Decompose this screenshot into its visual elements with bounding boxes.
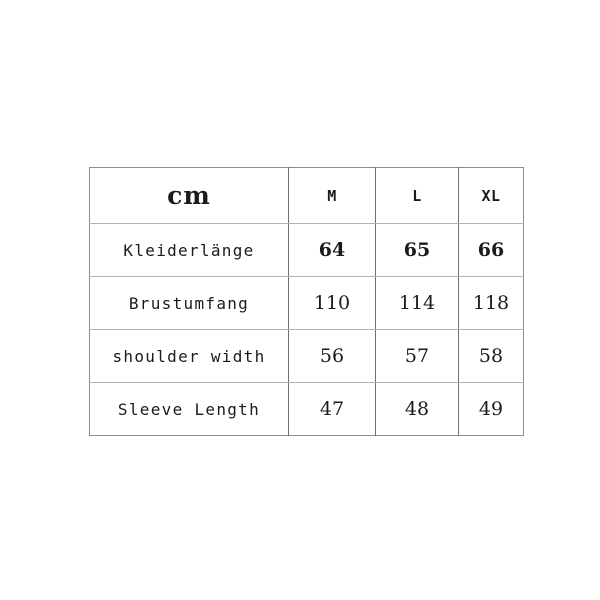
table-row: shoulder width 56 57 58 bbox=[89, 329, 524, 383]
size-header-l: L bbox=[375, 167, 459, 224]
value-chest-xl: 118 bbox=[458, 276, 524, 330]
value-shoulder-width-xl: 58 bbox=[458, 329, 524, 383]
value-dress-length-xl: 66 bbox=[458, 223, 524, 277]
value-shoulder-width-l: 57 bbox=[375, 329, 459, 383]
value-sleeve-length-xl: 49 bbox=[478, 398, 504, 420]
size-chart-container: cm M L XL Kleiderlänge 64 65 66 Brustumf… bbox=[89, 167, 524, 436]
value-dress-length-m: 64 bbox=[288, 223, 376, 277]
size-header-m: M bbox=[288, 167, 376, 224]
table-row: Kleiderlänge 64 65 66 bbox=[89, 223, 524, 277]
table-row: Sleeve Length 47 48 49 bbox=[89, 382, 524, 436]
table-row: Brustumfang 110 114 118 bbox=[89, 276, 524, 330]
value-sleeve-length-l: 48 bbox=[375, 382, 459, 436]
size-chart-table: cm M L XL Kleiderlänge 64 65 66 Brustumf… bbox=[89, 167, 524, 436]
metric-label-shoulder-width: shoulder width bbox=[89, 329, 289, 383]
size-header-xl: XL bbox=[458, 167, 524, 224]
metric-label-sleeve-length: Sleeve Length bbox=[89, 382, 289, 436]
value-dress-length-l: 65 bbox=[375, 223, 459, 277]
value-chest-m: 110 bbox=[288, 276, 376, 330]
table-header-row: cm M L XL bbox=[89, 167, 524, 224]
unit-header-cell: cm bbox=[89, 167, 289, 224]
metric-label-dress-length: Kleiderlänge bbox=[89, 223, 289, 277]
metric-label-chest: Brustumfang bbox=[89, 276, 289, 330]
value-sleeve-length-m: 47 bbox=[288, 382, 376, 436]
value-shoulder-width-m: 56 bbox=[288, 329, 376, 383]
value-chest-l: 114 bbox=[375, 276, 459, 330]
